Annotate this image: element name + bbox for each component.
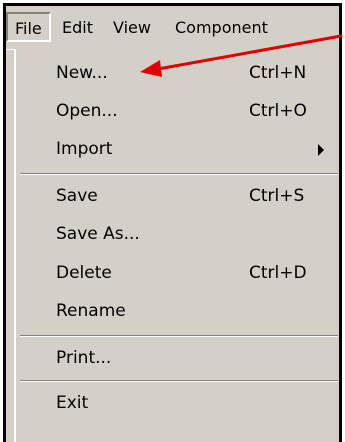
application-window: File Edit View Component New... Ctrl+N O… — [3, 3, 342, 442]
menu-separator — [20, 380, 338, 382]
menu-bar: File Edit View Component — [6, 6, 339, 50]
menu-item-new[interactable]: New... Ctrl+N — [16, 54, 339, 92]
menu-item-print[interactable]: Print... — [16, 339, 339, 377]
submenu-arrow-icon — [318, 144, 324, 156]
menu-item-delete[interactable]: Delete Ctrl+D — [16, 254, 339, 292]
menu-view[interactable]: View — [113, 15, 151, 41]
menu-separator — [20, 335, 338, 337]
menu-item-label: Import — [56, 139, 113, 159]
menu-item-save-as[interactable]: Save As... — [16, 215, 339, 253]
menu-edit[interactable]: Edit — [62, 15, 93, 41]
menu-item-shortcut: Ctrl+S — [249, 186, 305, 206]
menu-item-shortcut: Ctrl+D — [249, 263, 307, 283]
menu-file[interactable]: File — [6, 12, 51, 42]
menu-item-label: Print... — [56, 348, 112, 368]
menu-item-import[interactable]: Import — [16, 130, 339, 168]
menu-item-label: Delete — [56, 263, 112, 283]
file-dropdown-menu: New... Ctrl+N Open... Ctrl+O Import Save… — [14, 49, 339, 442]
menu-separator — [20, 173, 338, 175]
menu-item-label: New... — [56, 63, 108, 83]
menu-item-label: Exit — [56, 393, 89, 413]
menu-item-rename[interactable]: Rename — [16, 292, 339, 330]
menu-item-shortcut: Ctrl+N — [249, 63, 307, 83]
menu-item-label: Open... — [56, 101, 118, 121]
menu-item-label: Rename — [56, 301, 126, 321]
menu-item-exit[interactable]: Exit — [16, 384, 339, 422]
menu-item-open[interactable]: Open... Ctrl+O — [16, 92, 339, 130]
menu-item-label: Save As... — [56, 224, 140, 244]
menu-item-save[interactable]: Save Ctrl+S — [16, 177, 339, 215]
menu-item-label: Save — [56, 186, 98, 206]
menu-component[interactable]: Component — [175, 15, 268, 41]
menu-item-shortcut: Ctrl+O — [249, 101, 307, 121]
